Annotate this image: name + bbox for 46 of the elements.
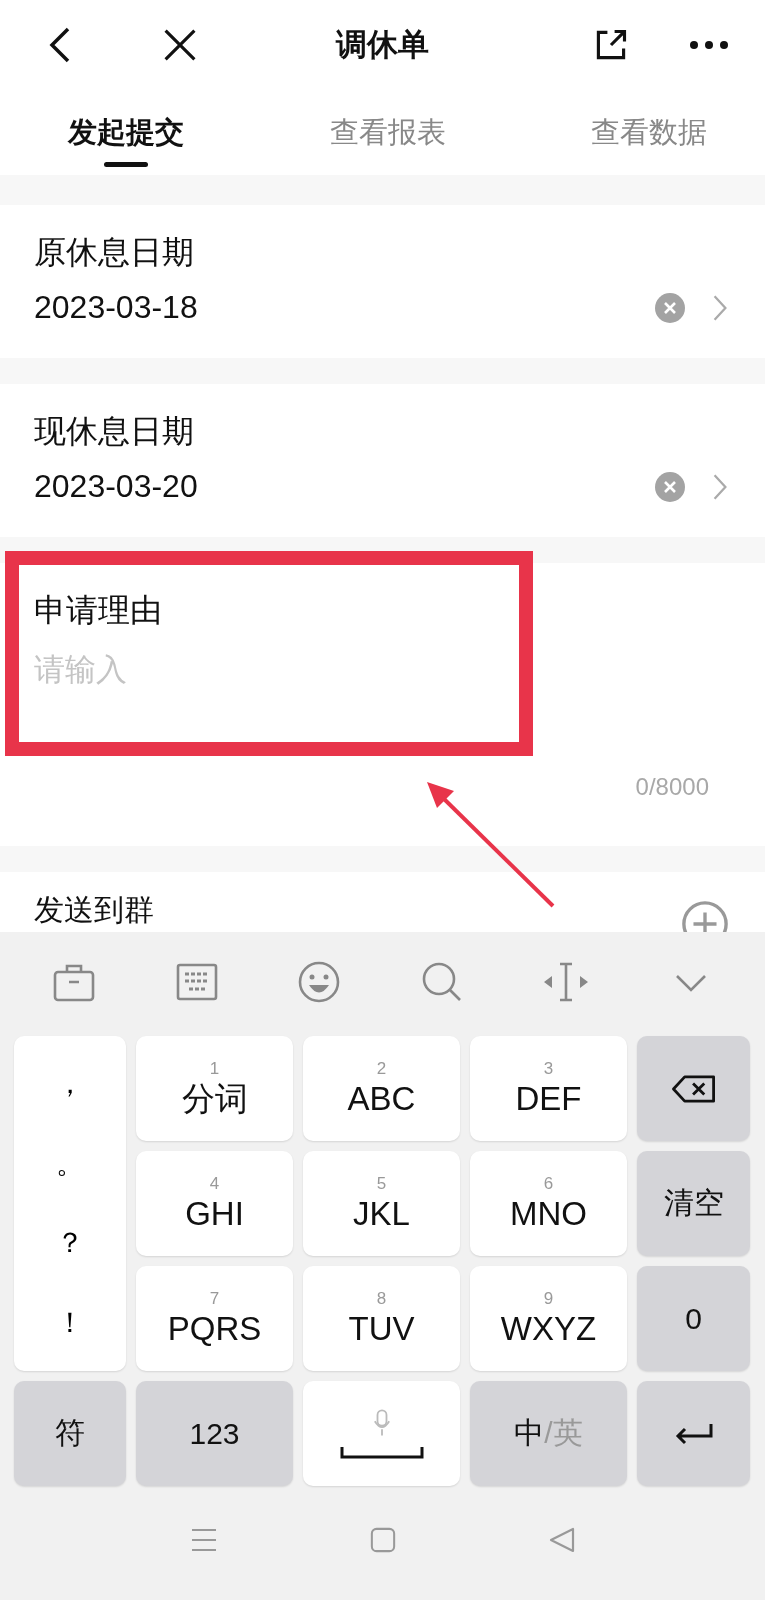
numbers-key[interactable]: 123 — [136, 1381, 293, 1486]
home-icon[interactable] — [369, 1527, 396, 1553]
letter-key[interactable]: 8 TUV — [303, 1266, 460, 1371]
date-value[interactable]: 2023-03-18 — [34, 289, 198, 326]
backspace-key[interactable] — [637, 1036, 750, 1141]
date-value[interactable]: 2023-03-20 — [34, 468, 198, 505]
field-label: 申请理由 — [34, 591, 162, 630]
letter-key[interactable]: 3 DEF — [470, 1036, 627, 1141]
tab[interactable]: 查看数据 — [591, 90, 707, 175]
letter-key[interactable]: 6 MNO — [470, 1151, 627, 1256]
close-icon[interactable] — [162, 27, 198, 63]
letter-key[interactable]: 1 分词 — [136, 1036, 293, 1141]
field-label: 原休息日期 — [34, 233, 194, 272]
menu-icon[interactable] — [189, 1526, 218, 1554]
letter-key[interactable]: 4 GHI — [136, 1151, 293, 1256]
space-bar-icon — [339, 1444, 424, 1459]
letter-key[interactable]: 7 PQRS — [136, 1266, 293, 1371]
backspace-icon — [670, 1074, 717, 1103]
zero-key[interactable]: 0 — [637, 1266, 750, 1371]
symbols-key[interactable]: 符 — [14, 1381, 126, 1486]
enter-icon — [673, 1421, 714, 1446]
reason-field[interactable]: 申请理由 请输入 0/8000 — [0, 563, 765, 846]
clear-key[interactable]: 清空 — [637, 1151, 750, 1256]
clear-icon[interactable] — [655, 292, 685, 323]
more-icon[interactable] — [689, 40, 729, 50]
field-label: 现休息日期 — [34, 412, 194, 451]
letter-key[interactable]: 2 ABC — [303, 1036, 460, 1141]
smiley-icon[interactable] — [297, 960, 342, 1004]
punctuation-key[interactable]: ！ — [14, 1304, 126, 1343]
letter-key[interactable]: 9 WXYZ — [470, 1266, 627, 1371]
field-label: 发送到群 — [34, 894, 154, 926]
space-key[interactable] — [303, 1381, 460, 1486]
back-triangle-icon[interactable] — [547, 1526, 576, 1554]
clear-icon[interactable] — [655, 471, 685, 502]
punctuation-key[interactable]: 。 — [14, 1144, 126, 1183]
language-key[interactable]: 中/英 — [470, 1381, 627, 1486]
language-alt-label: /英 — [544, 1415, 583, 1451]
tab[interactable]: 发起提交 — [68, 90, 184, 175]
punctuation-key[interactable]: ？ — [14, 1224, 126, 1263]
tab[interactable]: 查看报表 — [329, 90, 446, 175]
reason-input[interactable]: 请输入 — [34, 649, 731, 729]
microphone-icon — [372, 1408, 391, 1437]
character-counter: 0/8000 — [635, 773, 709, 801]
letter-key[interactable]: 5 JKL — [303, 1151, 460, 1256]
page-title: 调休单 — [336, 26, 429, 64]
punctuation-key[interactable]: ， — [14, 1064, 126, 1103]
